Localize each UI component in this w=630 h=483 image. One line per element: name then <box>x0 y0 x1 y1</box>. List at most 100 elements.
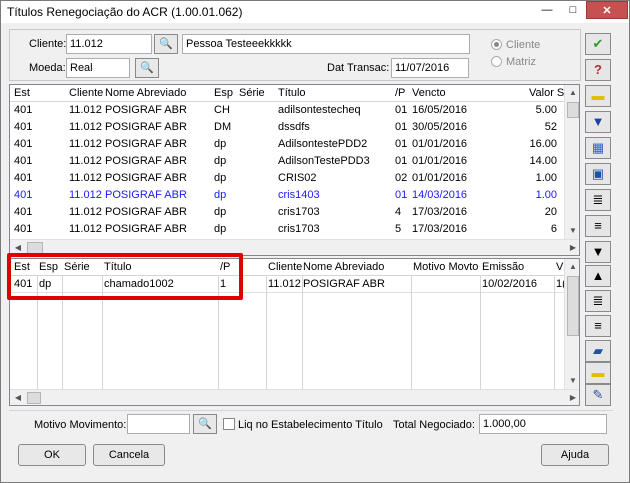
table-cell: 30/05/2016 <box>412 121 468 133</box>
table-cell: POSIGRAF ABR <box>105 172 187 184</box>
top-titles-grid[interactable]: Est Cliente Nome Abreviado Esp Série Tít… <box>9 84 580 256</box>
table-cell: 1.00 <box>535 172 557 184</box>
col-v[interactable]: V <box>556 261 563 273</box>
cliente-name-input[interactable]: Pessoa Testeeekkkkk <box>182 34 470 54</box>
table-cell: 401 <box>14 172 33 184</box>
scroll-left-icon[interactable]: ◀ <box>10 390 26 405</box>
maximize-button[interactable]: □ <box>560 1 586 19</box>
table-row[interactable]: 401 11.012 POSIGRAF ABR dp cris1403 01 14/03/2… <box>10 187 564 204</box>
dat-transac-label: Dat Transac: <box>327 62 390 74</box>
table-cell: 10/02/2016 <box>482 278 538 290</box>
table-row[interactable]: 401 11.012 POSIGRAF ABR dp AdilsontestePDD2 0… <box>10 136 564 153</box>
col-nome-abreviado[interactable]: Nome Abreviado <box>303 261 384 273</box>
scroll-right-icon[interactable]: ▶ <box>565 390 579 405</box>
table-row[interactable]: 401 11.012 POSIGRAF ABR dp CRIS02 02 01/01/201… <box>10 170 564 187</box>
top-grid-vscroll-thumb[interactable] <box>567 102 579 118</box>
check-icon[interactable]: ✔ <box>585 33 611 55</box>
scroll-up-icon[interactable]: ▲ <box>565 85 579 101</box>
arrow-down-icon[interactable]: ▼ <box>585 241 611 263</box>
edit-icon[interactable]: ✎ <box>585 384 611 406</box>
table-cell: 20 <box>544 206 557 218</box>
scroll-down-icon[interactable]: ▼ <box>565 373 579 389</box>
list-down-icon[interactable]: ≡ <box>585 315 611 337</box>
table-cell: cris1403 <box>278 189 320 201</box>
table-cell: AdilsonTestePDD3 <box>278 155 370 167</box>
table-row[interactable]: 401 11.012 POSIGRAF ABR CH adilsontestecheq 0… <box>10 102 564 119</box>
cancel-button[interactable]: Cancela <box>93 444 165 466</box>
radio-matriz[interactable]: Matriz <box>491 56 536 68</box>
top-grid-vscrollbar[interactable]: ▲ ▼ <box>564 85 579 239</box>
table-cell: 401 <box>14 155 33 167</box>
close-button[interactable]: ✕ <box>586 1 628 19</box>
table-cell: 01/01/2016 <box>412 138 468 150</box>
bottom-grid-vscrollbar[interactable]: ▲ ▼ <box>564 259 579 389</box>
table-cell: cris1703 <box>278 206 320 218</box>
motivo-search-button[interactable]: 🔍 <box>193 414 217 434</box>
radio-cliente[interactable]: Cliente <box>491 39 540 51</box>
moeda-search-button[interactable]: 🔍 <box>135 58 159 78</box>
table-cell: 01 <box>395 138 408 150</box>
col-cliente[interactable]: Cliente <box>69 87 103 99</box>
bottom-grid-hscrollbar[interactable]: ◀ ▶ <box>10 389 579 405</box>
table-cell: 1.00 <box>535 189 557 201</box>
col-est[interactable]: Est <box>14 87 30 99</box>
arrow-up-icon[interactable]: ▲ <box>585 265 611 287</box>
bottom-grid-hscroll-thumb[interactable] <box>27 392 41 404</box>
list-up-icon[interactable]: ≣ <box>585 290 611 312</box>
scroll-right-icon[interactable]: ▶ <box>565 240 579 255</box>
cliente-code-input[interactable]: 11.012 <box>66 34 152 54</box>
table-cell: 401 <box>14 206 33 218</box>
col-nome-abreviado[interactable]: Nome Abreviado <box>105 87 186 99</box>
table-cell: CH <box>214 104 230 116</box>
table-cell: 01 <box>395 104 408 116</box>
table-cell: dp <box>214 206 227 218</box>
col-vencto[interactable]: Vencto <box>412 87 446 99</box>
table-cell: dp <box>214 223 227 235</box>
liq-estabelecimento-label: Liq no Estabelecimento Título <box>238 419 383 431</box>
scroll-down-icon[interactable]: ▼ <box>565 223 579 239</box>
note-icon[interactable]: ▬ <box>585 85 611 107</box>
table-cell: POSIGRAF ABR <box>105 206 187 218</box>
help-button[interactable]: Ajuda <box>541 444 609 466</box>
table-cell: 01/01/2016 <box>412 155 468 167</box>
list-down-icon[interactable]: ≡ <box>585 215 611 237</box>
col-parcela[interactable]: /P <box>395 87 405 99</box>
search-icon: 🔍 <box>159 38 173 50</box>
table-cell: 11.012 <box>69 104 102 116</box>
note-icon[interactable]: ▬ <box>585 362 611 384</box>
total-negociado-input[interactable]: 1.000,00 <box>479 414 607 434</box>
table-cell: CRIS02 <box>278 172 317 184</box>
col-cliente[interactable]: Cliente <box>268 261 302 273</box>
book-icon[interactable]: ▰ <box>585 340 611 362</box>
table-cell: 401 <box>14 189 33 201</box>
table-cell: 17/03/2016 <box>412 206 468 218</box>
table-cell: POSIGRAF ABR <box>303 278 385 290</box>
col-motivo-movto[interactable]: Motivo Movto <box>413 261 478 273</box>
calendar-icon[interactable]: ▦ <box>585 137 611 159</box>
ok-button[interactable]: OK <box>18 444 86 466</box>
col-titulo[interactable]: Título <box>278 87 306 99</box>
col-valor[interactable]: Valor S <box>529 87 564 99</box>
table-cell: POSIGRAF ABR <box>105 104 187 116</box>
table-cell: AdilsontestePDD2 <box>278 138 368 150</box>
bottom-grid-vscroll-thumb[interactable] <box>567 276 579 336</box>
table-row[interactable]: 401 11.012 POSIGRAF ABR dp cris1703 4 17/03/20… <box>10 204 564 221</box>
col-emissao[interactable]: Emissão <box>482 261 524 273</box>
list-up-icon[interactable]: ≣ <box>585 189 611 211</box>
col-esp[interactable]: Esp <box>214 87 233 99</box>
motivo-movimento-input[interactable] <box>127 414 190 434</box>
filter-icon[interactable]: ▼ <box>585 111 611 133</box>
table-row[interactable]: 401 11.012 POSIGRAF ABR dp AdilsonTestePDD3 0… <box>10 153 564 170</box>
moeda-input[interactable]: Real <box>66 58 130 78</box>
question-icon[interactable]: ? <box>585 59 611 81</box>
liq-estabelecimento-checkbox[interactable] <box>223 418 235 430</box>
minimize-button[interactable]: — <box>534 1 560 19</box>
table-row[interactable]: 401 11.012 POSIGRAF ABR dp cris1703 5 17/03/20… <box>10 221 564 238</box>
cliente-search-button[interactable]: 🔍 <box>154 34 178 54</box>
monitor-icon[interactable]: ▣ <box>585 163 611 185</box>
scroll-up-icon[interactable]: ▲ <box>565 259 579 275</box>
col-serie[interactable]: Série <box>239 87 265 99</box>
table-cell: 17/03/2016 <box>412 223 468 235</box>
dat-transac-input[interactable]: 11/07/2016 <box>391 58 469 78</box>
table-row[interactable]: 401 11.012 POSIGRAF ABR DM dssdfs 01 30/05/201… <box>10 119 564 136</box>
